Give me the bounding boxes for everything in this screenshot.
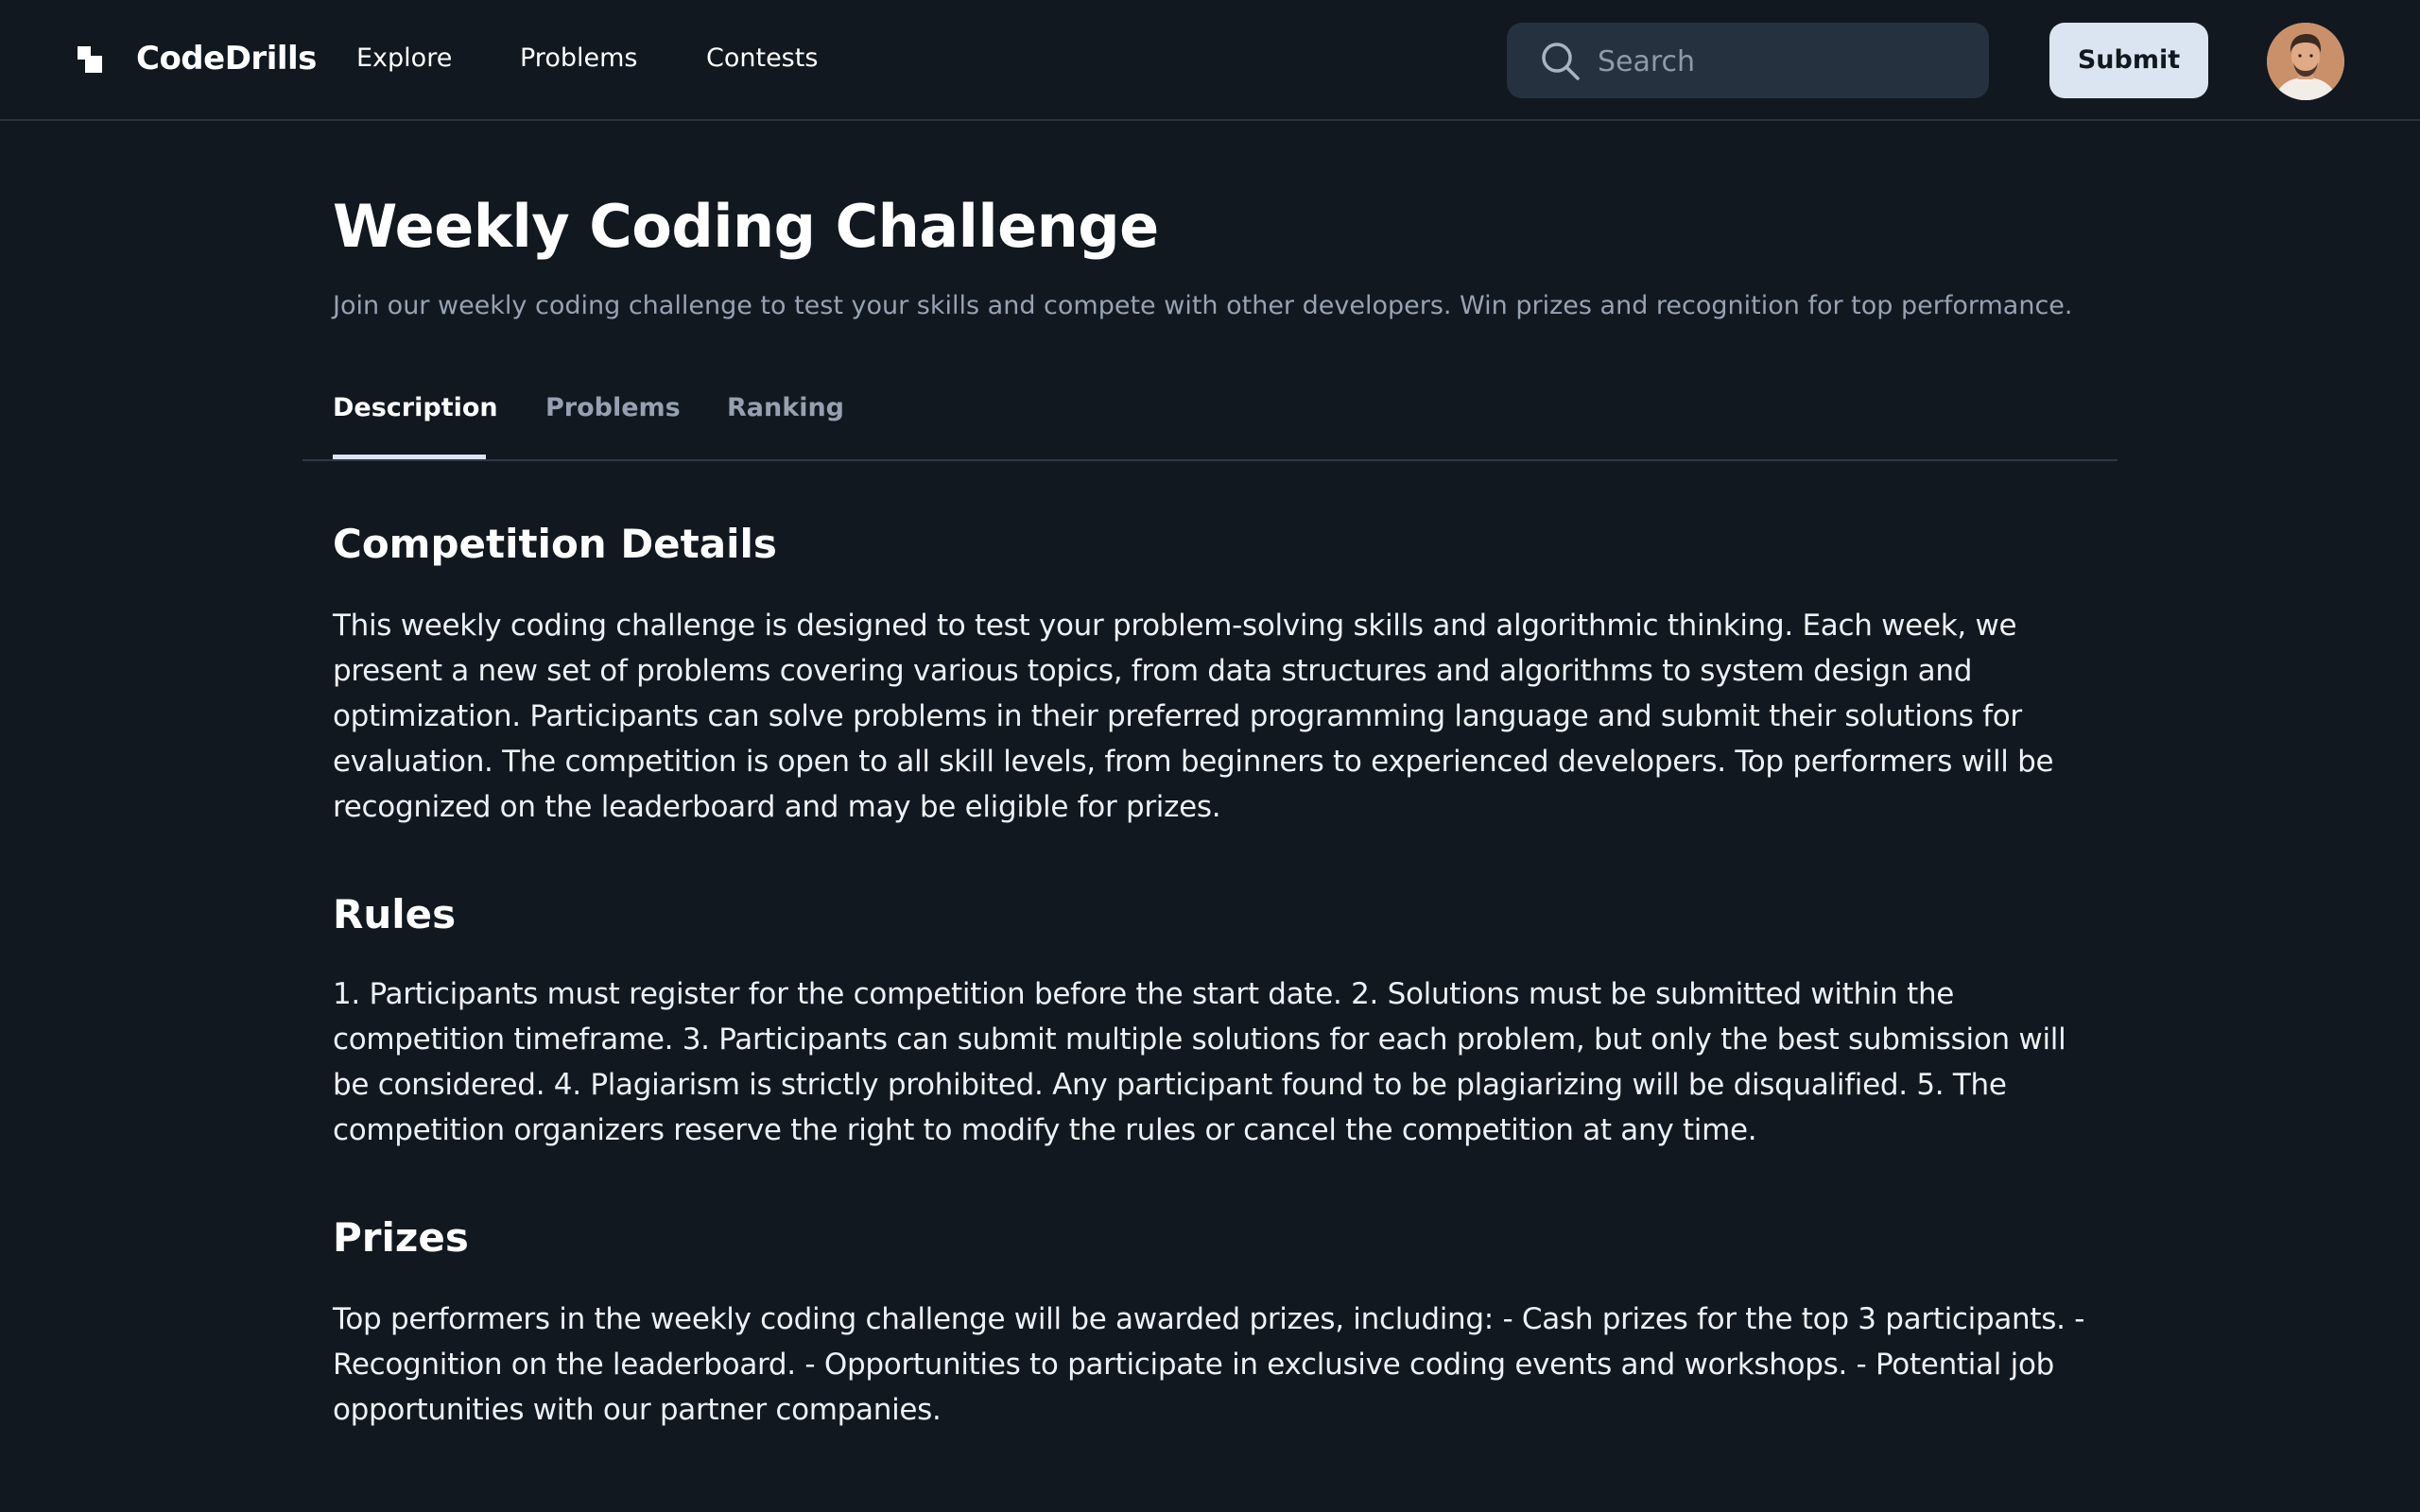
top-navigation-bar: CodeDrills Explore Problems Contests Sub… — [0, 0, 2420, 121]
tab-problems[interactable]: Problems — [545, 382, 681, 459]
logo-square-bottom — [85, 56, 102, 73]
page-subtitle: Join our weekly coding challenge to test… — [333, 291, 2073, 320]
search-input[interactable] — [1596, 40, 1968, 83]
section-heading-competition-details: Competition Details — [333, 521, 777, 567]
search-box[interactable] — [1507, 23, 1989, 98]
tab-ranking[interactable]: Ranking — [727, 382, 844, 459]
nav-contests[interactable]: Contests — [706, 42, 818, 76]
contest-tabs: Description Problems Ranking — [302, 382, 2118, 461]
section-body-competition-details: This weekly coding challenge is designed… — [333, 609, 2054, 824]
search-icon — [1542, 43, 1580, 80]
page-title: Weekly Coding Challenge — [333, 192, 1159, 261]
nav-problems[interactable]: Problems — [520, 42, 637, 76]
submit-button[interactable]: Submit — [2049, 23, 2208, 98]
section-heading-prizes: Prizes — [333, 1214, 469, 1261]
section-body-prizes: Top performers in the weekly coding chal… — [333, 1302, 2085, 1427]
user-avatar[interactable] — [2267, 23, 2344, 100]
avatar-portrait-icon — [2267, 23, 2344, 100]
nav-explore[interactable]: Explore — [356, 42, 452, 76]
brand-name[interactable]: CodeDrills — [136, 38, 317, 79]
codedrills-logo-icon[interactable] — [78, 46, 104, 75]
section-heading-rules: Rules — [333, 891, 457, 937]
section-body-rules: 1. Participants must register for the co… — [333, 977, 2066, 1147]
tab-description[interactable]: Description — [333, 382, 498, 459]
